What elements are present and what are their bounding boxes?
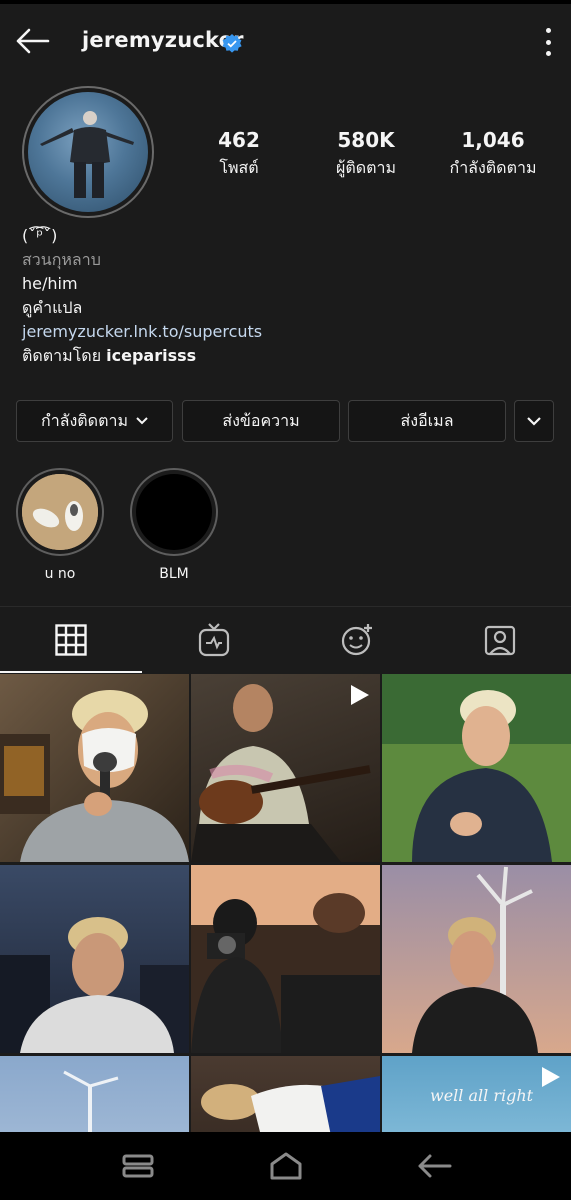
post-thumbnail[interactable]: [191, 1056, 380, 1136]
highlight-label: BLM: [159, 566, 189, 582]
action-buttons: กำลังติดตาม ส่งข้อความ ส่งอีเมล: [16, 400, 554, 442]
posts-count: 462: [218, 128, 260, 152]
profile-username: jeremyzucker: [82, 28, 244, 52]
back-nav-icon[interactable]: [414, 1150, 454, 1182]
posts-grid: well all right: [0, 674, 571, 1136]
play-icon: [351, 685, 369, 705]
igtv-icon: [198, 623, 230, 657]
followed-by-text[interactable]: ติดตามโดย iceparisss: [22, 344, 262, 368]
more-options-icon[interactable]: [543, 28, 553, 56]
following-button[interactable]: กำลังติดตาม: [16, 400, 173, 442]
highlight-blm[interactable]: BLM: [130, 468, 218, 582]
post-thumbnail[interactable]: [382, 865, 571, 1053]
play-icon: [542, 1067, 560, 1087]
stat-following[interactable]: 1,046 กำลังติดตาม: [430, 128, 556, 181]
stat-followers[interactable]: 580K ผู้ติดตาม: [303, 128, 429, 181]
post-thumbnail[interactable]: [0, 674, 189, 862]
post-thumbnail-video[interactable]: [191, 674, 380, 862]
profile-stats: 462 โพสต์ 580K ผู้ติดตาม 1,046 กำลังติดต…: [176, 128, 556, 181]
followed-by-prefix: ติดตามโดย: [22, 346, 107, 365]
highlight-label: u no: [44, 566, 76, 582]
grid-icon: [55, 624, 87, 656]
highlight-u-no[interactable]: u no: [16, 468, 104, 582]
profile-screen: jeremyzucker 462 โพสต์ 580K ผู้ติดตาม 1,…: [0, 0, 571, 1200]
profile-tabs: [0, 606, 571, 673]
avatar-photo: [28, 92, 148, 212]
bio-website-link[interactable]: jeremyzucker.lnk.to/supercuts: [22, 320, 262, 344]
highlight-ring: [130, 468, 218, 556]
see-translation-link[interactable]: ดูคำแปล: [22, 296, 262, 320]
post-thumbnail-video[interactable]: well all right: [382, 1056, 571, 1136]
chevron-down-icon: [527, 416, 541, 426]
back-arrow-icon[interactable]: [14, 26, 50, 56]
tab-grid[interactable]: [0, 607, 142, 673]
highlight-ring: [16, 468, 104, 556]
tagged-icon: [484, 625, 516, 656]
post-thumbnail[interactable]: [0, 1056, 189, 1136]
highlight-cover-black: [136, 474, 212, 550]
message-button-label: ส่งข้อความ: [222, 410, 300, 430]
posts-label: โพสต์: [219, 158, 259, 177]
tab-igtv[interactable]: [143, 607, 285, 673]
profile-avatar[interactable]: [22, 86, 154, 218]
verified-badge-icon: [222, 34, 242, 53]
video-caption: well all right: [430, 1086, 534, 1105]
tab-tagged[interactable]: [429, 607, 571, 673]
top-bar: jeremyzucker: [0, 8, 571, 74]
post-thumbnail[interactable]: [191, 865, 380, 1053]
tab-reels[interactable]: [286, 607, 428, 673]
followers-label: ผู้ติดตาม: [335, 158, 397, 177]
system-nav-bar: [0, 1132, 571, 1200]
suggested-accounts-button[interactable]: [514, 400, 554, 442]
following-button-label: กำลังติดตาม: [41, 410, 128, 430]
email-button[interactable]: ส่งอีเมล: [348, 400, 506, 442]
followed-by-user: iceparisss: [106, 346, 197, 365]
bio-category: สวนกุหลาบ: [22, 250, 101, 269]
bio-pronouns: he/him: [22, 274, 78, 293]
stat-posts[interactable]: 462 โพสต์: [176, 128, 302, 181]
highlight-cover-sneakers: [22, 474, 98, 550]
chevron-down-icon: [136, 417, 148, 425]
bio-emoticon: (ˇ͡ᵖ͡ˇ): [22, 226, 58, 245]
email-button-label: ส่งอีเมล: [400, 410, 454, 430]
home-icon[interactable]: [266, 1150, 306, 1182]
recent-apps-icon[interactable]: [118, 1150, 158, 1182]
reels-sparkle-icon: [341, 624, 372, 656]
followers-count: 580K: [337, 128, 395, 152]
following-count: 1,046: [461, 128, 525, 152]
post-thumbnail[interactable]: [382, 674, 571, 862]
message-button[interactable]: ส่งข้อความ: [182, 400, 340, 442]
following-label: กำลังติดตาม: [449, 158, 537, 177]
post-thumbnail[interactable]: [0, 865, 189, 1053]
profile-bio: (ˇ͡ᵖ͡ˇ) สวนกุหลาบ he/him ดูคำแปล jeremyz…: [22, 224, 262, 368]
